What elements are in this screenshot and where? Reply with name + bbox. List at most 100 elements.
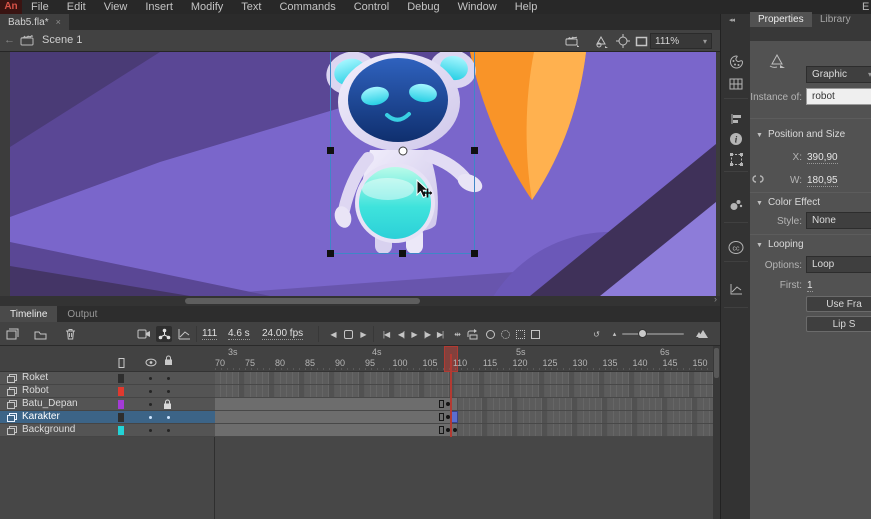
lock-column-icon[interactable] <box>164 353 173 371</box>
eye-column-icon[interactable] <box>145 354 157 372</box>
horizontal-scrollbar[interactable]: › <box>0 296 720 306</box>
layer-lock-dot[interactable] <box>167 416 170 419</box>
frame-row-karakter[interactable] <box>215 411 713 424</box>
menu-commands[interactable]: Commands <box>270 0 344 14</box>
edit-symbols-icon[interactable] <box>592 33 610 49</box>
loop-range-button[interactable] <box>340 326 356 342</box>
symbol-swap-icon[interactable] <box>768 52 788 74</box>
workspace-button[interactable]: E <box>862 0 871 14</box>
menu-modify[interactable]: Modify <box>182 0 232 14</box>
layer-row-roket[interactable]: Roket <box>0 372 215 385</box>
transform-panel-icon[interactable] <box>728 151 744 167</box>
layer-depth-button[interactable] <box>176 326 192 342</box>
align-panel-icon[interactable] <box>728 111 744 127</box>
zoom-level-select[interactable]: 111% ▾ <box>650 33 712 49</box>
layer-parenting-button[interactable] <box>156 326 172 342</box>
section-position-and-size[interactable]: ▼Position and Size <box>756 129 845 140</box>
swatches-panel-icon[interactable] <box>728 76 744 92</box>
motion-editor-panel-icon[interactable] <box>728 281 744 297</box>
taller-frames-icon[interactable] <box>694 326 710 342</box>
scrollbar-thumb[interactable] <box>714 348 719 378</box>
layer-outline-color[interactable] <box>118 400 124 409</box>
timeline-frames-area[interactable]: 3s4s5s6s70758085909510010511011512012513… <box>215 346 713 519</box>
document-tab[interactable]: Bab5.fla* × <box>0 14 69 30</box>
selected-frame-cell[interactable] <box>451 411 458 423</box>
w-value[interactable]: 180,95 <box>807 175 838 187</box>
back-arrow-icon[interactable]: ← <box>4 34 15 46</box>
instance-name-field[interactable]: robot <box>806 88 871 105</box>
center-playhead-button[interactable]: ⇹ <box>449 326 465 342</box>
frame-size-slider[interactable] <box>622 333 684 335</box>
layer-visibility-dot[interactable] <box>149 390 152 393</box>
scrollbar-thumb[interactable] <box>185 298 420 304</box>
edit-scene-icon[interactable] <box>563 33 581 49</box>
tab-output[interactable]: Output <box>57 306 107 322</box>
new-layer-button[interactable] <box>4 326 20 342</box>
elapsed-time-readout[interactable]: 4.6 s <box>228 328 250 340</box>
tab-timeline[interactable]: Timeline <box>0 306 57 322</box>
menu-text[interactable]: Text <box>232 0 270 14</box>
x-value[interactable]: 390,90 <box>807 152 838 164</box>
layer-row-robot[interactable]: Robot <box>0 385 215 398</box>
current-frame-readout[interactable]: 111 <box>202 328 217 340</box>
center-stage-icon[interactable] <box>614 33 632 49</box>
layer-row-background[interactable]: Background <box>0 424 215 437</box>
layer-visibility-dot[interactable] <box>149 403 152 406</box>
brush-library-panel-icon[interactable] <box>728 196 744 212</box>
link-width-height-icon[interactable] <box>751 172 765 190</box>
layer-visibility-dot[interactable] <box>149 416 152 419</box>
style-select[interactable]: None <box>806 212 871 229</box>
layer-visibility-dot[interactable] <box>149 377 152 380</box>
loop-playback-button[interactable] <box>464 326 480 342</box>
outline-column-icon[interactable] <box>118 355 125 373</box>
timeline-vertical-scrollbar[interactable] <box>713 346 720 519</box>
slider-knob[interactable] <box>638 329 647 338</box>
layer-row-karakter[interactable]: Karakter <box>0 411 215 424</box>
symbol-type-select[interactable]: Graphic ▾ <box>806 66 871 83</box>
lip-syncing-button[interactable]: Lip S <box>806 316 871 332</box>
creative-cloud-icon[interactable]: cc <box>728 239 744 255</box>
layer-lock-dot[interactable] <box>167 377 170 380</box>
onion-skin-outlines-button[interactable] <box>497 326 513 342</box>
layer-outline-color[interactable] <box>118 387 124 396</box>
timeline-ruler[interactable]: 3s4s5s6s70758085909510010511011512012513… <box>215 346 713 372</box>
section-color-effect[interactable]: ▼Color Effect <box>756 197 820 208</box>
menu-view[interactable]: View <box>95 0 137 14</box>
frame-rate-readout[interactable]: 24.00 fps <box>262 328 303 340</box>
color-panel-icon[interactable] <box>728 54 744 70</box>
scroll-right-icon[interactable]: › <box>714 294 717 304</box>
use-frame-picker-button[interactable]: Use Fra <box>806 296 871 312</box>
layer-row-batu_depan[interactable]: Batu_Depan <box>0 398 215 411</box>
new-folder-button[interactable] <box>32 326 48 342</box>
first-frame-value[interactable]: 1 <box>807 280 813 292</box>
layer-visibility-dot[interactable] <box>149 429 152 432</box>
menu-insert[interactable]: Insert <box>136 0 182 14</box>
modify-markers-button[interactable] <box>527 326 543 342</box>
layer-outline-color[interactable] <box>118 374 124 383</box>
frame-row-background[interactable] <box>215 424 713 437</box>
menu-file[interactable]: File <box>22 0 58 14</box>
menu-debug[interactable]: Debug <box>398 0 448 14</box>
menu-help[interactable]: Help <box>506 0 547 14</box>
onion-skin-button[interactable] <box>482 326 498 342</box>
add-camera-button[interactable] <box>136 326 152 342</box>
reset-timeline-zoom-button[interactable]: ↺ <box>588 326 604 342</box>
frame-row-batu_depan[interactable] <box>215 398 713 411</box>
tab-library[interactable]: Library <box>812 12 859 27</box>
menu-edit[interactable]: Edit <box>58 0 95 14</box>
scene-name[interactable]: Scene 1 <box>42 34 82 46</box>
menu-window[interactable]: Window <box>449 0 506 14</box>
go-to-first-frame-button[interactable]: |◀ <box>378 326 394 342</box>
edit-multiple-frames-button[interactable] <box>512 326 528 342</box>
shorter-frames-icon[interactable]: ▴ <box>606 326 622 342</box>
layer-lock-dot[interactable] <box>167 429 170 432</box>
collapse-dock-icon[interactable]: ◂◂ <box>729 16 734 24</box>
prev-frame-button[interactable]: ◀ <box>325 326 341 342</box>
section-looping[interactable]: ▼Looping <box>756 239 804 250</box>
frame-row-robot[interactable] <box>215 385 713 398</box>
layer-lock-dot[interactable] <box>167 390 170 393</box>
stage-canvas[interactable] <box>10 52 716 296</box>
loop-options-select[interactable]: Loop <box>806 256 871 273</box>
menu-control[interactable]: Control <box>345 0 398 14</box>
clip-content-icon[interactable] <box>632 33 650 49</box>
